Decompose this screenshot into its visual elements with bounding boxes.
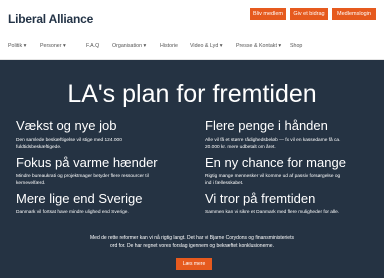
- left-heading-1: Vækst og nye job: [16, 118, 117, 133]
- hero-title: LA's plan for fremtiden: [67, 80, 317, 108]
- right-sub-2b: ind i fællesskabet.: [205, 181, 244, 186]
- left-sub-3a: Danmark vil fortsat have mindre ulighed …: [16, 210, 129, 215]
- right-heading-2: En ny chance for mange: [205, 155, 346, 170]
- nav-item-shop[interactable]: Shop: [290, 43, 302, 49]
- hero-section: LA's plan for fremtiden Vækst og nye job…: [0, 60, 384, 278]
- left-heading-3: Mere lige end Sverige: [16, 191, 143, 206]
- nav-item-personer[interactable]: Personer ▾: [40, 43, 66, 49]
- right-heading-3: Vi tror på fremtiden: [205, 191, 316, 206]
- read-more-button[interactable]: Læs mere: [176, 258, 212, 270]
- main-nav: Politik ▾ Personer ▾ F.A.Q Organisation …: [0, 34, 384, 60]
- member-login-button[interactable]: Medlemslogin: [332, 8, 376, 20]
- left-sub-1b: fuldtidsbeskæftigede.: [16, 145, 62, 150]
- site-header: Liberal Alliance Bliv medlem Giv et bidr…: [0, 0, 384, 34]
- hero-footer-line-1: Med de rette reformer kan vi nå rigtig l…: [90, 235, 294, 241]
- right-sub-3a: Sammen kan vi sikre et Danmark med flere…: [205, 210, 340, 215]
- site-logo[interactable]: Liberal Alliance: [8, 12, 93, 26]
- become-member-button[interactable]: Bliv medlem: [250, 8, 286, 20]
- nav-item-presse-kontakt[interactable]: Presse & Kontakt ▾: [236, 43, 281, 49]
- left-sub-2a: Mindre bureaukrati og projektmager betyd…: [16, 174, 149, 179]
- nav-item-historie[interactable]: Historie: [160, 43, 178, 49]
- right-heading-1: Flere penge i hånden: [205, 118, 328, 133]
- right-sub-1b: 20.000 kr. mere udbetalt om året.: [205, 145, 276, 150]
- right-sub-2a: Rigtig mange mennesker vil komme ud af p…: [205, 174, 341, 179]
- nav-item-organisation[interactable]: Organisation ▾: [112, 43, 146, 49]
- left-heading-2: Fokus på varme hænder: [16, 155, 158, 170]
- nav-item-video-lyd[interactable]: Video & Lyd ▾: [190, 43, 222, 49]
- hero-footer-line-2: ord for. De har regnet vores forslag ige…: [110, 243, 274, 249]
- nav-item-faq[interactable]: F.A.Q: [86, 43, 99, 49]
- nav-item-politik[interactable]: Politik ▾: [8, 43, 26, 49]
- right-sub-1a: Alle vil få et større rådighedsbeløb — f…: [205, 138, 341, 143]
- donate-button[interactable]: Giv et bidrag: [290, 8, 328, 20]
- left-sub-1a: Den samlede beskæftigelse vil stige med …: [16, 138, 122, 143]
- left-sub-2b: kernevelfærd.: [16, 181, 46, 186]
